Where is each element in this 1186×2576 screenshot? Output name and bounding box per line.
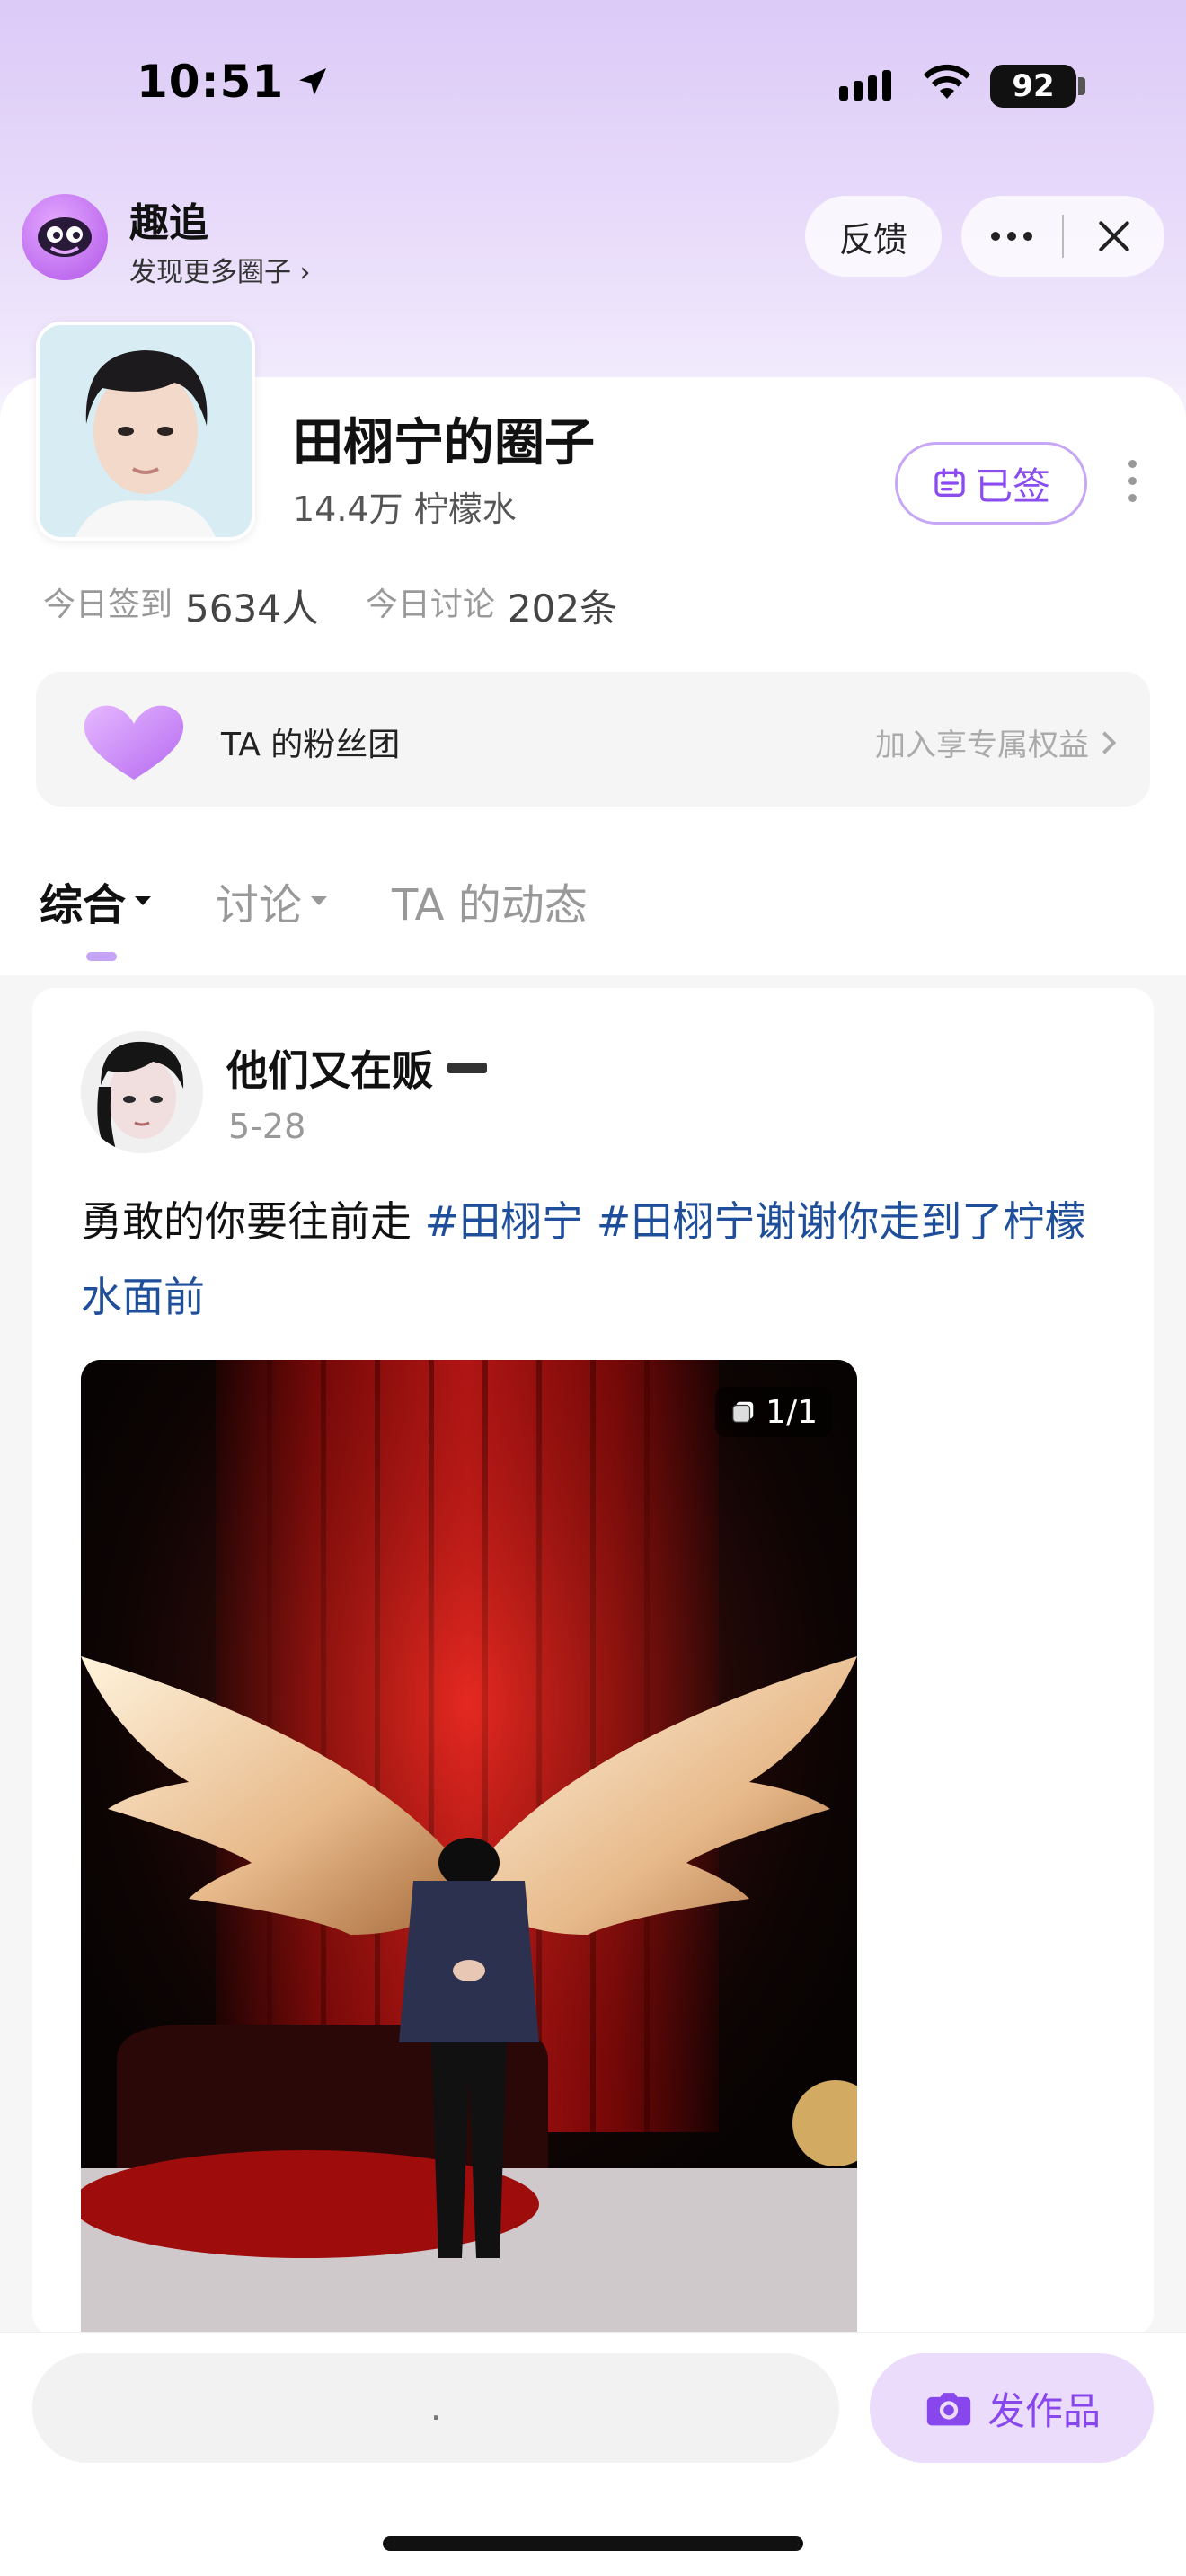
- discuss-stat-label: 今日讨论: [365, 587, 495, 623]
- checkin-stat-value: 5634人: [185, 587, 319, 631]
- chevron-right-icon: [1102, 730, 1117, 754]
- location-arrow-icon: [299, 68, 327, 95]
- post-text: 勇敢的你要往前走: [81, 1197, 425, 1246]
- fan-club-cta-text: 加入享专属权益: [875, 728, 1089, 763]
- checkin-stat-label: 今日签到: [43, 587, 173, 623]
- stage-angel-wings-photo: [81, 1360, 857, 2339]
- comment-input[interactable]: .: [32, 2353, 839, 2463]
- home-indicator: [383, 2536, 803, 2551]
- fan-club-join-link[interactable]: 加入享专属权益: [875, 720, 1120, 764]
- comment-input-text: .: [429, 2388, 442, 2428]
- circle-stats: 今日签到 5634人 今日讨论 202条: [43, 578, 664, 633]
- cellular-signal-icon: [839, 70, 891, 101]
- checkin-label: 已签: [974, 463, 1050, 508]
- fan-club-label: TA 的粉丝团: [221, 727, 401, 763]
- gallery-icon: [732, 1401, 754, 1423]
- app-name: 趣追: [129, 200, 208, 246]
- discuss-stat-value: 202条: [507, 587, 618, 631]
- circle-avatar[interactable]: [36, 322, 255, 541]
- fan-club-banner[interactable]: TA 的粉丝团 加入享专属权益: [36, 672, 1150, 807]
- kebab-menu-icon[interactable]: [1128, 460, 1137, 502]
- post-author-name: 他们又在贩: [226, 1046, 433, 1095]
- calendar-icon: [934, 468, 965, 497]
- battery-tip: [1078, 77, 1085, 95]
- tab-comprehensive[interactable]: 综合: [40, 869, 152, 932]
- author-avatar-image: [81, 1031, 203, 1153]
- post-image[interactable]: 1/1: [81, 1360, 857, 2339]
- tab-discussion[interactable]: 讨论: [216, 869, 328, 932]
- battery-level: 92: [1012, 68, 1055, 104]
- circle-title: 田栩宁的圈子: [293, 414, 595, 472]
- caret-down-icon: [135, 896, 152, 905]
- publish-work-button[interactable]: 发作品: [870, 2353, 1154, 2463]
- image-count-text: 1/1: [766, 1393, 818, 1431]
- status-bar: 10:51 92: [0, 0, 1186, 171]
- hashtag-link[interactable]: #田栩宁: [425, 1197, 584, 1246]
- user-level-badge: [447, 1063, 487, 1073]
- celebrity-portrait-image: [40, 325, 252, 537]
- post-author[interactable]: 他们又在贩: [226, 1038, 487, 1098]
- time-text: 10:51: [137, 56, 285, 108]
- circle-member-count: 14.4万 柠檬水: [293, 490, 517, 529]
- image-count-badge: 1/1: [715, 1387, 832, 1437]
- tab-label: 讨论: [216, 880, 303, 931]
- battery-indicator: 92: [990, 65, 1076, 108]
- status-time: 10:51: [137, 56, 331, 108]
- wifi-icon: [924, 64, 970, 99]
- feedback-button[interactable]: 反馈: [805, 196, 942, 277]
- mascot-face-icon: [38, 217, 92, 257]
- checkin-button[interactable]: 已签: [895, 442, 1087, 525]
- app-logo-icon[interactable]: [22, 194, 108, 280]
- publish-label: 发作品: [987, 2388, 1101, 2433]
- tab-label: 综合: [40, 880, 127, 931]
- active-tab-indicator: [86, 952, 117, 961]
- tab-ta-updates[interactable]: TA 的动态: [392, 869, 588, 932]
- more-options-button[interactable]: [961, 196, 1062, 277]
- post-author-avatar[interactable]: [81, 1031, 203, 1153]
- caret-down-icon: [311, 896, 328, 905]
- discover-more-circles-link[interactable]: 发现更多圈子 ›: [129, 250, 311, 289]
- miniapp-capsule: [961, 196, 1164, 277]
- heart-icon: [84, 705, 184, 780]
- post-date: 5-28: [228, 1107, 306, 1146]
- feed-tabs: 综合 讨论 TA 的动态: [40, 869, 588, 932]
- close-button[interactable]: [1064, 196, 1164, 277]
- camera-icon: [926, 2393, 971, 2426]
- tab-label: TA 的动态: [392, 880, 588, 931]
- post-content: 勇敢的你要往前走 #田栩宁 #田栩宁谢谢你走到了柠檬水面前: [81, 1184, 1105, 1335]
- close-icon: [1099, 221, 1129, 251]
